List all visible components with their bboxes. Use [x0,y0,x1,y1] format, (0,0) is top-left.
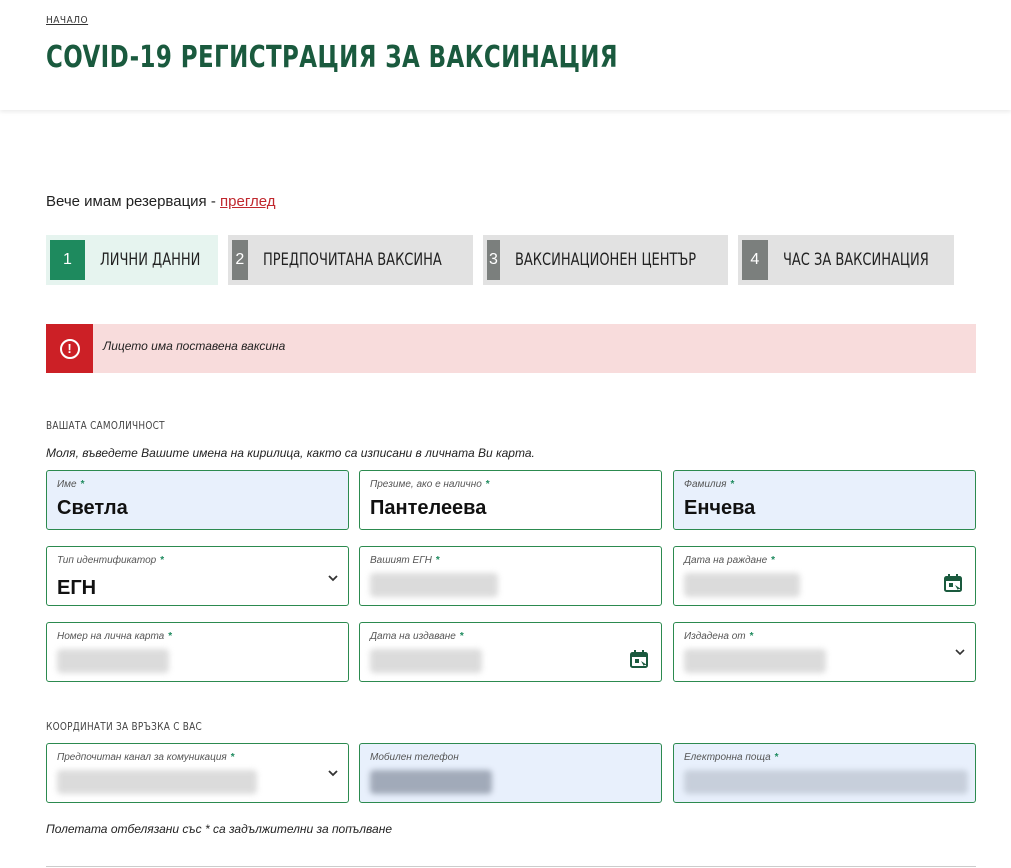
step-label: ВАКСИНАЦИОНЕН ЦЕНТЪР [514,250,697,270]
step-vaccination-time[interactable]: 4 ЧАС ЗА ВАКСИНАЦИЯ [738,235,954,285]
page-header: НАЧАЛО COVID-19 РЕГИСТРАЦИЯ ЗА ВАКСИНАЦИ… [0,0,1011,110]
mobile-phone-field[interactable]: Мобилен телефон [359,743,662,803]
step-number: 4 [742,240,768,280]
alert-message: Лицето има поставена ваксина [103,339,286,353]
step-label: ЛИЧНИ ДАННИ [99,250,201,270]
error-alert: ! Лицето има поставена ваксина [46,324,976,373]
phone-blurred-value [370,770,492,794]
page-title: COVID-19 РЕГИСТРАЦИЯ ЗА ВАКСИНАЦИЯ [46,40,619,75]
field-label: Фамилия * [684,479,735,490]
field-label: Мобилен телефон [370,752,459,763]
chevron-down-icon [328,770,338,777]
communication-channel-select[interactable]: Предпочитан канал за комуникация * [46,743,349,803]
field-label: Предпочитан канал за комуникация * [57,752,235,763]
reservation-text: Вече имам резервация - [46,193,221,210]
field-label: Издадена от * [684,631,754,642]
step-label: ПРЕДПОЧИТАНА ВАКСИНА [262,250,442,270]
issued-by-blurred-value [684,649,826,673]
birth-date-blurred-value [684,573,800,597]
field-label: Номер на лична карта * [57,631,173,642]
divider [46,866,976,867]
identity-hint: Моля, въведете Вашите имена на кирилица,… [46,446,535,460]
middle-name-value: Пантелеева [370,497,487,519]
step-vaccination-center[interactable]: 3 ВАКСИНАЦИОНЕН ЦЕНТЪР [483,235,728,285]
first-name-field[interactable]: Име * Светла [46,470,349,530]
identity-section-title: ВАШАТА САМОЛИЧНОСТ [46,419,165,432]
issue-date-field[interactable]: Дата на издаване * [359,622,662,682]
field-label: Електронна поща * [684,752,779,763]
issued-by-select[interactable]: Издадена от * [673,622,976,682]
id-card-blurred-value [57,649,169,673]
egn-field[interactable]: Вашият ЕГН * [359,546,662,606]
id-card-number-field[interactable]: Номер на лична карта * [46,622,349,682]
reservation-review-link[interactable]: преглед [220,193,275,210]
last-name-field[interactable]: Фамилия * Енчева [673,470,976,530]
id-type-select[interactable]: Тип идентификатор * ЕГН [46,546,349,606]
issue-date-blurred-value [370,649,482,673]
egn-blurred-value [370,573,498,597]
first-name-value: Светла [57,497,128,519]
chevron-down-icon [328,575,338,582]
field-label: Вашият ЕГН * [370,555,440,566]
chevron-down-icon [955,649,965,656]
reservation-line: Вече имам резервация - преглед [46,193,275,210]
contacts-section-title: КООРДИНАТИ ЗА ВРЪЗКА С ВАС [46,720,203,733]
last-name-value: Енчева [684,497,756,519]
field-label: Дата на раждане * [684,555,776,566]
step-personal-data[interactable]: 1 ЛИЧНИ ДАННИ [46,235,218,285]
calendar-icon[interactable] [943,573,963,593]
step-number: 1 [50,240,85,280]
id-type-value: ЕГН [57,577,97,599]
step-number: 3 [487,240,500,280]
step-number: 2 [232,240,248,280]
field-label: Тип идентификатор * [57,555,165,566]
required-fields-note: Полетата отбелязани със * са задължителн… [46,822,393,836]
field-label: Име * [57,479,85,490]
field-label: Презиме, ако е налично * [370,479,490,490]
email-blurred-value [684,770,968,794]
field-label: Дата на издаване * [370,631,464,642]
middle-name-field[interactable]: Презиме, ако е налично * Пантелеева [359,470,662,530]
email-field[interactable]: Електронна поща * [673,743,976,803]
breadcrumb-home[interactable]: НАЧАЛО [46,15,88,26]
birth-date-field[interactable]: Дата на раждане * [673,546,976,606]
channel-blurred-value [57,770,257,794]
exclamation-icon: ! [59,338,80,359]
alert-icon-container: ! [46,324,93,373]
calendar-icon[interactable] [629,649,649,669]
step-preferred-vaccine[interactable]: 2 ПРЕДПОЧИТАНА ВАКСИНА [228,235,473,285]
step-label: ЧАС ЗА ВАКСИНАЦИЯ [782,250,929,270]
